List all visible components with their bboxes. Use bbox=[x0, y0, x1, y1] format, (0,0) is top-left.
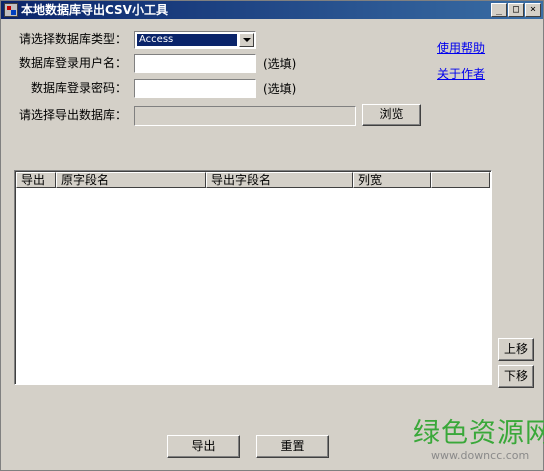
column-header-blank[interactable] bbox=[431, 172, 490, 188]
username-label: 数据库登录用户名： bbox=[19, 56, 128, 70]
db-type-select[interactable]: Access bbox=[134, 31, 256, 49]
export-db-label: 请选择导出数据库： bbox=[19, 108, 128, 122]
password-optional-hint: (选填) bbox=[263, 82, 297, 96]
username-input[interactable] bbox=[134, 54, 256, 73]
main-window: 本地数据库导出CSV小工具 _ □ × 请选择数据库类型： Access 数据库… bbox=[0, 0, 544, 471]
column-header-column-width[interactable]: 列宽 bbox=[353, 172, 431, 188]
browse-button[interactable]: 浏览 bbox=[362, 104, 421, 126]
password-label: 数据库登录密码： bbox=[31, 81, 128, 95]
about-author-link[interactable]: 关于作者 bbox=[437, 65, 485, 82]
password-input[interactable] bbox=[134, 79, 256, 98]
watermark-brand: 绿色资源网 bbox=[413, 418, 544, 449]
reset-button[interactable]: 重置 bbox=[256, 435, 329, 458]
maximize-button[interactable]: □ bbox=[508, 3, 524, 17]
minimize-button[interactable]: _ bbox=[491, 3, 507, 17]
move-up-button[interactable]: 上移 bbox=[498, 338, 534, 361]
watermark-url: www.downcc.com bbox=[431, 449, 530, 462]
window-title: 本地数据库导出CSV小工具 bbox=[21, 3, 168, 17]
export-db-path-field bbox=[134, 106, 356, 126]
username-optional-hint: (选填) bbox=[263, 57, 297, 71]
column-header-original-field[interactable]: 原字段名 bbox=[56, 172, 206, 188]
db-type-selected-value: Access bbox=[137, 34, 237, 46]
site-watermark: 绿色资源网 www.downcc.com bbox=[413, 419, 544, 463]
db-type-label: 请选择数据库类型： bbox=[19, 32, 128, 46]
title-bar: 本地数据库导出CSV小工具 _ □ × bbox=[1, 1, 543, 19]
chevron-down-icon[interactable] bbox=[239, 33, 254, 47]
field-list[interactable]: 导出 原字段名 导出字段名 列宽 bbox=[14, 170, 492, 385]
move-down-button[interactable]: 下移 bbox=[498, 365, 534, 388]
help-link[interactable]: 使用帮助 bbox=[437, 39, 485, 56]
column-header-export[interactable]: 导出 bbox=[16, 172, 56, 188]
export-button[interactable]: 导出 bbox=[167, 435, 240, 458]
close-button[interactable]: × bbox=[525, 3, 541, 17]
app-icon bbox=[4, 3, 18, 17]
column-header-export-field[interactable]: 导出字段名 bbox=[206, 172, 353, 188]
